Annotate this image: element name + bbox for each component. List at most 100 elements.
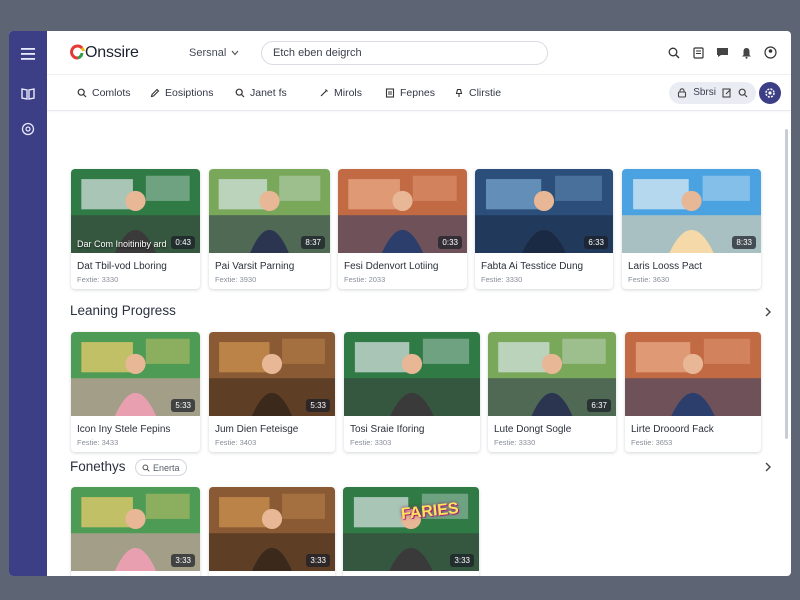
chevron-right-icon[interactable] bbox=[763, 462, 773, 472]
top-bar: Onssire Sersnal Etch eben deigrch bbox=[47, 31, 791, 75]
video-meta: Festie: 3653 bbox=[631, 438, 673, 447]
search-placeholder: Etch eben deigrch bbox=[273, 46, 362, 59]
video-meta: Festie: 3330 bbox=[494, 438, 536, 447]
chevron-down-icon bbox=[231, 50, 239, 55]
video-card[interactable]: Dar Com Inoitiniby ard 0:43 Dat Tbil-vod L… bbox=[71, 169, 200, 289]
video-thumbnail[interactable]: 0:33 bbox=[338, 169, 467, 253]
nav-item-label: Janet fs bbox=[250, 86, 287, 99]
section-title-favorites: Fonethys bbox=[70, 459, 126, 474]
gear-icon bbox=[765, 87, 775, 98]
video-title[interactable]: Jum Dien Feteisge bbox=[215, 424, 335, 435]
duration-badge: 0:33 bbox=[438, 236, 462, 249]
video-thumbnail[interactable]: 6:33 bbox=[475, 169, 613, 253]
bell-icon[interactable] bbox=[739, 46, 753, 60]
tool-pill[interactable]: Sbrsi bbox=[669, 81, 756, 104]
video-thumbnail[interactable]: 8:37 bbox=[209, 169, 330, 253]
duration-badge: 8:33 bbox=[732, 236, 756, 249]
nav-item-label: Mirols bbox=[334, 86, 362, 99]
chat-icon[interactable] bbox=[715, 46, 729, 60]
video-title[interactable]: Tosi Sraie Iforing bbox=[350, 424, 480, 435]
video-meta: Fextie: 3330 bbox=[77, 275, 119, 284]
video-thumbnail[interactable]: 6:37 bbox=[488, 332, 616, 416]
account-icon[interactable] bbox=[763, 46, 777, 60]
duration-badge: 3:33 bbox=[171, 554, 195, 567]
logo-mark-icon bbox=[70, 44, 85, 59]
video-meta: Festie: 3303 bbox=[350, 438, 392, 447]
video-meta: Festie: 3403 bbox=[215, 438, 257, 447]
menu-icon[interactable] bbox=[18, 44, 38, 64]
video-card[interactable]: 8:37 Pai Varsit Parning Fextie: 3930 bbox=[209, 169, 330, 289]
nav-item-5[interactable]: Clirstie bbox=[454, 87, 527, 99]
video-title[interactable]: Lirte Drooord Fack bbox=[631, 424, 761, 435]
main-content: Dar Com Inoitiniby ard 0:43 Dat Tbil-vod L… bbox=[47, 112, 781, 576]
nav-item-4[interactable]: Fepnes bbox=[385, 87, 454, 99]
video-thumbnail[interactable]: 3:33 bbox=[209, 487, 335, 571]
document-icon[interactable] bbox=[691, 46, 705, 60]
video-thumbnail[interactable]: Dar Com Inoitiniby ard 0:43 bbox=[71, 169, 200, 253]
thumbnail-image bbox=[344, 332, 480, 416]
video-thumbnail[interactable]: 5:33 bbox=[209, 332, 335, 416]
video-title[interactable]: Fabta Ai Tesstice Dung bbox=[481, 261, 613, 272]
app-logo[interactable]: Onssire bbox=[69, 44, 189, 62]
lock-icon bbox=[678, 87, 687, 98]
app-name: Onssire bbox=[85, 43, 139, 61]
video-title[interactable]: Icon Iny Stele Fepins bbox=[77, 424, 200, 435]
video-card[interactable]: 0:33 Fesi Ddenvort Lotiing Festie: 2033 bbox=[338, 169, 467, 289]
search-icon bbox=[235, 88, 245, 97]
nav-item-3[interactable]: Mirols bbox=[319, 87, 385, 99]
video-card[interactable]: 5:33 Icon Iny Stele Fepins Festie: 3433 bbox=[71, 332, 200, 452]
video-card[interactable]: 8:33 Laris Looss Pact Festie: 3630 bbox=[622, 169, 761, 289]
video-card[interactable]: Tosi Sraie Iforing Festie: 3303 bbox=[344, 332, 480, 452]
video-thumbnail[interactable] bbox=[625, 332, 761, 416]
category-nav: Comlots Eosiptions Janet fs Mirols Fepnes Cli… bbox=[47, 75, 791, 111]
thumbnail-image bbox=[625, 332, 761, 416]
video-meta: Festie: 2033 bbox=[344, 275, 386, 284]
duration-badge: 3:33 bbox=[450, 554, 474, 567]
document-icon bbox=[385, 87, 395, 98]
chevron-right-icon[interactable] bbox=[763, 307, 773, 317]
video-card[interactable]: Lirte Drooord Fack Festie: 3653 bbox=[625, 332, 761, 452]
profile-avatar[interactable] bbox=[759, 81, 781, 104]
filter-chip-label: Enerta bbox=[153, 462, 180, 473]
scope-dropdown[interactable]: Sersnal bbox=[189, 47, 251, 59]
pen-icon bbox=[320, 88, 328, 96]
video-title[interactable]: Dat Tbil-vod Lboring bbox=[77, 261, 200, 272]
video-card[interactable]: 5:33 Jum Dien Feteisge Festie: 3403 bbox=[209, 332, 335, 452]
video-meta: Festie: 3630 bbox=[628, 275, 670, 284]
book-icon[interactable] bbox=[18, 84, 38, 104]
toolbar: Sbrsi bbox=[669, 81, 781, 104]
video-card[interactable]: 6:37 Lute Dongt Sogle Festie: 3330 bbox=[488, 332, 616, 452]
video-title[interactable]: Laris Looss Pact bbox=[628, 261, 761, 272]
duration-badge: 3:33 bbox=[306, 554, 330, 567]
video-thumbnail[interactable]: 8:33 bbox=[622, 169, 761, 253]
video-card[interactable]: 3:33Jaet Tlive FoilmingFestie: 3903 bbox=[209, 487, 335, 576]
search-input[interactable]: Etch eben deigrch bbox=[261, 40, 548, 65]
duration-badge: 5:33 bbox=[171, 399, 195, 412]
video-card[interactable]: FARIES3:33Gole Mofe Fonn PotingFestie: 3… bbox=[343, 487, 479, 576]
nav-item-label: Comlots bbox=[92, 86, 131, 99]
nav-item-label: Eosiptions bbox=[165, 86, 214, 99]
duration-badge: 5:33 bbox=[306, 399, 330, 412]
video-thumbnail[interactable]: FARIES 3:33 bbox=[343, 487, 479, 571]
badge-icon[interactable] bbox=[18, 119, 38, 139]
thumbnail-caption: Dar Com Inoitiniby ard bbox=[77, 239, 167, 249]
nav-item-2[interactable]: Janet fs bbox=[235, 87, 319, 99]
video-title[interactable]: Fesi Ddenvort Lotiing bbox=[344, 261, 467, 272]
video-title[interactable]: Pai Varsit Parning bbox=[215, 261, 330, 272]
edit-icon[interactable] bbox=[722, 87, 732, 98]
filter-chip[interactable]: Enerta bbox=[135, 459, 187, 476]
search-icon[interactable] bbox=[738, 88, 748, 98]
video-thumbnail[interactable] bbox=[344, 332, 480, 416]
video-thumbnail[interactable]: 5:33 bbox=[71, 332, 200, 416]
scope-label: Sersnal bbox=[189, 46, 227, 59]
video-card[interactable]: 3:33Cae Nui LerrningFestie: 3313 bbox=[71, 487, 200, 576]
nav-item-0[interactable]: Comlots bbox=[77, 87, 150, 99]
app-window: Onssire Sersnal Etch eben deigrch Comlot… bbox=[9, 31, 791, 576]
video-thumbnail[interactable]: 3:33 bbox=[71, 487, 200, 571]
search-icon[interactable] bbox=[667, 46, 681, 60]
video-card[interactable]: 6:33 Fabta Ai Tesstice Dung Festie: 3330 bbox=[475, 169, 613, 289]
scrollbar[interactable] bbox=[785, 129, 788, 439]
nav-item-1[interactable]: Eosiptions bbox=[150, 87, 235, 99]
duration-badge: 6:33 bbox=[584, 236, 608, 249]
video-title[interactable]: Lute Dongt Sogle bbox=[494, 424, 616, 435]
